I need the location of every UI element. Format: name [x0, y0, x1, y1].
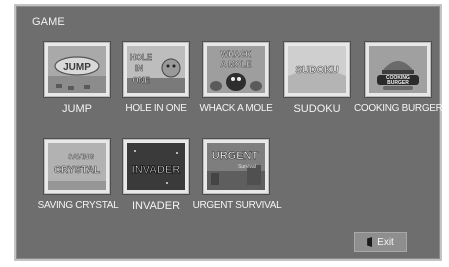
jump-art-text: JUMP — [63, 62, 91, 73]
page-title: GAME — [32, 16, 65, 28]
game-tile-invader[interactable]: INVADER — [123, 139, 189, 194]
survival-art-subtext: Survival — [238, 164, 256, 170]
game-label-saving-crystal[interactable]: SAVING CRYSTAL — [26, 200, 130, 211]
exit-button[interactable]: Exit — [354, 232, 407, 252]
game-tile-saving-crystal[interactable]: SAVING CRYSTAL — [44, 139, 110, 194]
svg-text:BURGER: BURGER — [387, 80, 409, 86]
game-label-whack-a-mole[interactable]: WHACK A MOLE — [196, 103, 276, 114]
whack-a-mole-game-icon: WHACK A MOLE — [207, 46, 265, 93]
sudoku-game-icon: SUDOKU — [288, 46, 346, 93]
invader-game-icon: INVADER — [127, 143, 185, 190]
urgent-survival-game-icon: URGENT Survival — [207, 143, 265, 190]
game-tile-hole-in-one[interactable]: HOLE IN ONE — [123, 42, 189, 97]
game-label-jump[interactable]: JUMP — [44, 103, 110, 115]
svg-text:IN: IN — [135, 64, 143, 73]
game-label-invader[interactable]: INVADER — [120, 200, 192, 212]
svg-text:SAVING: SAVING — [68, 154, 95, 161]
svg-text:WHACK: WHACK — [221, 50, 252, 59]
svg-text:INVADER: INVADER — [132, 164, 181, 176]
game-label-sudoku[interactable]: SUDOKU — [284, 103, 350, 115]
svg-text:ONE: ONE — [132, 76, 150, 85]
jump-game-icon: JUMP — [48, 46, 106, 93]
svg-text:SUDOKU: SUDOKU — [295, 65, 338, 76]
svg-text:A MOLE: A MOLE — [221, 60, 252, 69]
game-label-urgent-survival[interactable]: URGENT SURVIVAL — [192, 200, 282, 211]
game-label-hole-in-one[interactable]: HOLE IN ONE — [116, 103, 196, 114]
game-tile-urgent-survival[interactable]: URGENT Survival — [203, 139, 269, 194]
urgent-art-text: URGENT — [212, 150, 259, 162]
svg-text:CRYSTAL: CRYSTAL — [54, 165, 100, 176]
cooking-burger-game-icon: COOKING BURGER — [369, 46, 427, 93]
game-tile-cooking-burger[interactable]: COOKING BURGER — [365, 42, 431, 97]
game-label-cooking-burger[interactable]: COOKING BURGER — [354, 103, 443, 114]
game-menu-panel: GAME JUMP HOLE IN ONE WHACK A MOLE SUDOK… — [14, 4, 443, 261]
game-tile-whack-a-mole[interactable]: WHACK A MOLE — [203, 42, 269, 97]
exit-button-label: Exit — [377, 236, 394, 248]
game-tile-sudoku[interactable]: SUDOKU — [284, 42, 350, 97]
saving-crystal-game-icon: SAVING CRYSTAL — [48, 143, 106, 190]
hole-in-one-game-icon: HOLE IN ONE — [127, 46, 185, 93]
game-tile-jump[interactable]: JUMP — [44, 42, 110, 97]
svg-text:HOLE: HOLE — [130, 53, 153, 62]
door-icon — [367, 237, 373, 247]
